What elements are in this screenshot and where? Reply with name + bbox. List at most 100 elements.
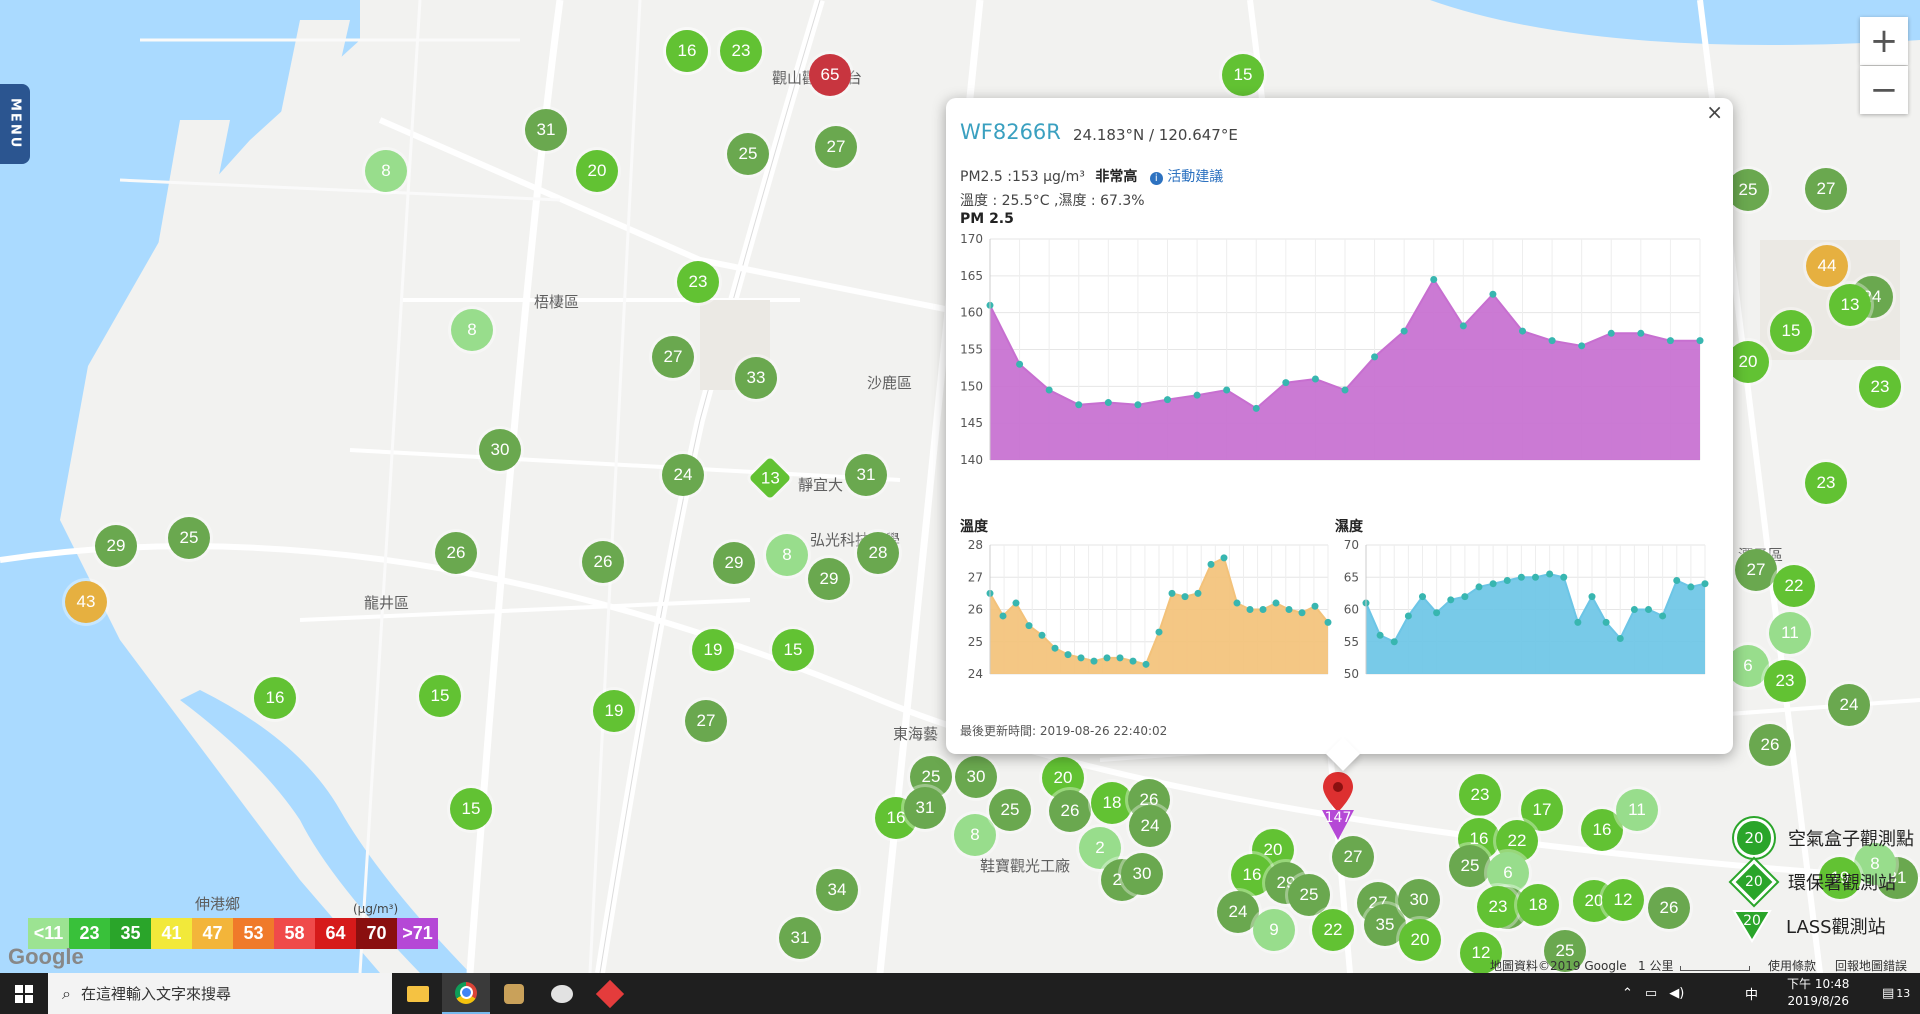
station-marker[interactable]: 29 [95, 525, 137, 567]
popup-close-button[interactable]: × [1706, 100, 1723, 124]
app-icon[interactable] [490, 973, 538, 1014]
station-id[interactable]: WF8266R [960, 120, 1061, 144]
station-marker[interactable]: 8 [954, 814, 996, 856]
search-placeholder: 在這裡輸入文字來搜尋 [80, 985, 231, 1003]
taskbar-search[interactable]: ⌕ 在這裡輸入文字來搜尋 [48, 973, 392, 1014]
station-marker[interactable]: 23 [1859, 366, 1901, 408]
zoom-out-button[interactable]: − [1860, 66, 1908, 114]
data-point [1103, 654, 1111, 662]
station-marker[interactable]: 26 [435, 532, 477, 574]
station-marker[interactable]: 43 [65, 581, 107, 623]
station-marker[interactable]: 16 [666, 30, 708, 72]
report-map-error-link[interactable]: 回報地圖錯誤 [1835, 957, 1907, 974]
station-marker[interactable]: 8 [365, 150, 407, 192]
layer-airbox[interactable]: 20 空氣盒子觀測點 [1700, 816, 1914, 860]
station-marker[interactable]: 15 [450, 788, 492, 830]
layer-lass[interactable]: 20 LASS觀測站 [1700, 904, 1914, 948]
system-tray-icons[interactable]: ⌃ ▭ ◀) [1622, 973, 1684, 1014]
station-marker[interactable]: 33 [735, 357, 777, 399]
station-marker[interactable]: 27 [1735, 549, 1777, 591]
activity-advice-link[interactable]: i 活動建議 [1149, 169, 1223, 185]
station-marker[interactable]: 31 [904, 787, 946, 829]
station-marker[interactable]: 30 [1121, 853, 1163, 895]
station-marker[interactable]: 26 [1749, 724, 1791, 766]
station-marker[interactable]: 29 [713, 542, 755, 584]
station-marker[interactable]: 11 [1769, 612, 1811, 654]
zoom-in-button[interactable]: + [1860, 17, 1908, 65]
station-marker[interactable]: 23 [1805, 462, 1847, 504]
station-marker[interactable]: 12 [1602, 879, 1644, 921]
menu-tab[interactable]: MENU [0, 84, 30, 164]
taskbar-clock[interactable]: 下午 10:48 2019/8/26 [1787, 976, 1849, 1010]
station-marker[interactable]: 25 [1449, 845, 1491, 887]
station-marker[interactable]: 26 [582, 541, 624, 583]
station-marker[interactable]: 25 [1727, 169, 1769, 211]
station-marker[interactable]: 27 [685, 700, 727, 742]
station-marker[interactable]: 31 [779, 917, 821, 959]
station-marker[interactable]: 30 [955, 756, 997, 798]
station-marker[interactable]: 20 [1727, 341, 1769, 383]
station-marker[interactable]: 22 [1312, 909, 1354, 951]
station-marker[interactable]: 27 [815, 126, 857, 168]
station-marker[interactable]: 26 [1648, 887, 1690, 929]
station-marker[interactable]: 26 [1049, 790, 1091, 832]
station-marker[interactable]: 18 [1091, 782, 1133, 824]
station-marker[interactable]: 30 [1398, 879, 1440, 921]
paint-icon[interactable] [538, 973, 586, 1014]
station-marker[interactable]: 28 [857, 532, 899, 574]
station-marker[interactable]: 15 [772, 629, 814, 671]
station-marker[interactable]: 24 [662, 454, 704, 496]
scale-bar [1680, 966, 1750, 971]
selected-station-pin[interactable] [1320, 770, 1356, 842]
station-marker[interactable]: 19 [593, 690, 635, 732]
station-marker[interactable]: 20 [1399, 919, 1441, 961]
station-marker[interactable]: 16 [254, 677, 296, 719]
station-marker[interactable]: 8 [766, 534, 808, 576]
station-marker[interactable]: 31 [525, 109, 567, 151]
station-marker[interactable]: 23 [720, 30, 762, 72]
station-marker[interactable]: 20 [576, 150, 618, 192]
station-marker[interactable]: 25 [1288, 874, 1330, 916]
station-marker[interactable]: 19 [692, 629, 734, 671]
layer-epa[interactable]: 20 環保署觀測站 [1700, 859, 1914, 905]
ime-indicator[interactable]: 中 [1745, 973, 1758, 1014]
station-marker[interactable]: 15 [1770, 310, 1812, 352]
station-marker[interactable]: 24 [1828, 684, 1870, 726]
station-marker[interactable]: 24 [1129, 805, 1171, 847]
station-marker[interactable]: 25 [989, 789, 1031, 831]
station-marker[interactable]: 23 [677, 261, 719, 303]
windows-start-button[interactable] [0, 973, 48, 1014]
station-marker[interactable]: 6 [1727, 645, 1769, 687]
pm-chart: 14014515015516016517022020610141822 [960, 232, 1704, 464]
station-marker[interactable]: 44 [1806, 245, 1848, 287]
station-marker[interactable]: 27 [1805, 168, 1847, 210]
station-marker[interactable]: 27 [1332, 836, 1374, 878]
station-marker[interactable]: 9 [1253, 909, 1295, 951]
station-marker[interactable]: 29 [808, 558, 850, 600]
station-marker[interactable]: 15 [419, 675, 461, 717]
station-marker[interactable]: 13 [1829, 284, 1871, 326]
station-marker[interactable]: 27 [652, 336, 694, 378]
station-marker[interactable]: 22 [1773, 565, 1815, 607]
station-marker[interactable]: 25 [727, 133, 769, 175]
station-marker[interactable]: 15 [1222, 54, 1264, 96]
terms-link[interactable]: 使用條款 [1768, 957, 1816, 974]
station-marker[interactable]: 34 [816, 869, 858, 911]
station-marker[interactable]: 11 [1616, 789, 1658, 831]
station-marker[interactable]: 23 [1459, 774, 1501, 816]
station-marker[interactable]: 65 [809, 54, 851, 96]
station-marker[interactable]: 25 [168, 517, 210, 559]
station-marker[interactable]: 8 [451, 309, 493, 351]
station-marker[interactable]: 18 [1517, 884, 1559, 926]
chrome-icon[interactable] [442, 973, 490, 1014]
legend-cell: 35 [110, 918, 151, 949]
sketchup-icon[interactable] [586, 973, 634, 1014]
station-marker[interactable]: 30 [479, 429, 521, 471]
notification-center[interactable]: ▤ 13 [1882, 973, 1910, 1014]
station-marker[interactable]: 23 [1477, 886, 1519, 928]
marker-value: 30 [490, 440, 510, 459]
station-marker[interactable]: 31 [845, 454, 887, 496]
file-explorer-icon[interactable] [394, 973, 442, 1014]
place-label: 梧棲區 [534, 293, 580, 311]
station-marker[interactable]: 23 [1764, 660, 1806, 702]
